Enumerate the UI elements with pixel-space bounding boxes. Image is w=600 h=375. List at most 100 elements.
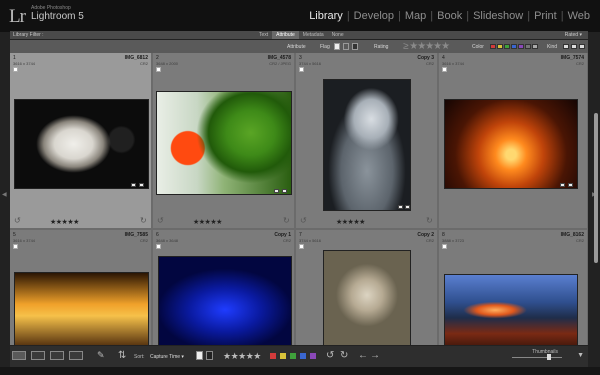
color-chip-blue[interactable] xyxy=(511,44,517,49)
library-filter-bar: Library Filter : Text Attribute Metadata… xyxy=(10,31,588,39)
filter-tab-text[interactable]: Text xyxy=(255,31,272,39)
grid-cell[interactable]: 5 3616 x 3744 IMG_7585 CR2 xyxy=(10,230,152,345)
module-slideshow[interactable]: Slideshow xyxy=(469,10,527,22)
grid-cell[interactable]: 6 3648 x 3648 Copy 1 CR2 xyxy=(153,230,295,345)
grid-scrollbar[interactable] xyxy=(594,113,598,263)
grid-cell[interactable]: 2 3648 x 2000 IMG_4578 CR2 / JPEG ★★★★★ … xyxy=(153,53,295,229)
flag-icon[interactable] xyxy=(299,244,304,249)
rotate-left-icon[interactable]: ↺ xyxy=(300,216,307,225)
flag-icon[interactable] xyxy=(156,244,161,249)
rotate-right-icon[interactable]: ↻ xyxy=(283,216,290,225)
filter-tab-none[interactable]: None xyxy=(328,31,348,39)
thumbnail-image[interactable] xyxy=(444,99,578,189)
kind-virtual-icon[interactable] xyxy=(571,44,577,49)
metadata-badge-icon[interactable] xyxy=(560,183,565,187)
previous-photo-icon[interactable]: ← xyxy=(358,350,368,361)
rotate-left-icon[interactable]: ↺ xyxy=(14,216,21,225)
filter-tab-metadata[interactable]: Metadata xyxy=(299,31,328,39)
develop-badge-icon[interactable] xyxy=(405,205,410,209)
color-chip-none[interactable] xyxy=(532,44,538,49)
metadata-badge-icon[interactable] xyxy=(398,205,403,209)
thumbnail-image[interactable] xyxy=(323,250,411,345)
color-chip-other[interactable] xyxy=(525,44,531,49)
grid-cell[interactable]: 1 3616 x 3744 IMG_6812 CR2 ★★★★★ ↺ ↻ xyxy=(10,53,152,229)
thumbnail-image[interactable] xyxy=(158,256,292,345)
develop-badge-icon[interactable] xyxy=(139,183,144,187)
toolbar-menu-chevron-icon[interactable]: ▼ xyxy=(577,352,584,359)
thumbnail-size-knob[interactable] xyxy=(547,354,551,360)
filter-tab-attribute[interactable]: Attribute xyxy=(272,31,299,39)
label-purple-icon[interactable] xyxy=(310,353,316,359)
thumbnail-image[interactable] xyxy=(14,272,149,345)
lightroom-window: Lr Adobe Photoshop Lightroom 5 Library |… xyxy=(0,0,600,375)
flag-unflagged-icon[interactable] xyxy=(343,43,349,50)
rotate-right-icon[interactable]: ↻ xyxy=(340,350,348,361)
kind-video-icon[interactable] xyxy=(579,44,585,49)
flag-icon[interactable] xyxy=(156,67,161,72)
flag-icon[interactable] xyxy=(442,244,447,249)
color-chip-red[interactable] xyxy=(490,44,496,49)
label-red-icon[interactable] xyxy=(270,353,276,359)
rotate-left-icon[interactable]: ↺ xyxy=(157,216,164,225)
thumbnail-image[interactable] xyxy=(156,91,292,195)
module-print[interactable]: Print xyxy=(530,10,561,22)
survey-view-icon[interactable] xyxy=(69,351,83,360)
thumbnail-image[interactable] xyxy=(14,99,149,189)
thumbnail-size-slider[interactable] xyxy=(512,357,562,358)
module-book[interactable]: Book xyxy=(433,10,466,22)
cell-dimensions: 3744 x 5616 xyxy=(299,238,322,243)
grid-cell[interactable]: 3 3744 x 5616 Copy 3 CR2 ★★★★★ ↺ ↻ xyxy=(296,53,438,229)
label-green-icon[interactable] xyxy=(290,353,296,359)
label-yellow-icon[interactable] xyxy=(280,353,286,359)
grid-cell[interactable]: 8 3888 x 3723 IMG_8162 CR2 xyxy=(439,230,588,345)
kind-master-icon[interactable] xyxy=(563,44,569,49)
cell-dimensions: 3888 x 3723 xyxy=(442,238,465,243)
grid-cell[interactable]: 4 3616 x 3744 IMG_7574 CR2 xyxy=(439,53,588,229)
filter-tabs: Text Attribute Metadata None xyxy=(255,31,348,39)
cell-filetype: CR2 xyxy=(425,61,434,66)
flag-icon[interactable] xyxy=(13,244,18,249)
module-map[interactable]: Map xyxy=(401,10,430,22)
flag-icon[interactable] xyxy=(442,67,447,72)
color-chip-yellow[interactable] xyxy=(497,44,503,49)
product-label: Lightroom 5 xyxy=(31,11,84,22)
module-library[interactable]: Library xyxy=(305,10,347,22)
color-chip-purple[interactable] xyxy=(518,44,524,49)
next-photo-icon[interactable]: → xyxy=(370,350,380,361)
develop-badge-icon[interactable] xyxy=(282,189,287,193)
label-blue-icon[interactable] xyxy=(300,353,306,359)
sort-dropdown[interactable]: Capture Time ▾ xyxy=(150,354,184,360)
rating-filter-stars[interactable]: ≥ ★★★★★ xyxy=(403,41,450,52)
flag-picked-icon[interactable] xyxy=(334,43,340,50)
module-develop[interactable]: Develop xyxy=(350,10,398,22)
cell-rating[interactable]: ★★★★★ xyxy=(193,218,222,226)
cell-dimensions: 3648 x 2000 xyxy=(156,61,179,66)
rotate-right-icon[interactable]: ↻ xyxy=(426,216,433,225)
filter-preset-dropdown[interactable]: Rated ▾ xyxy=(565,32,582,38)
left-panel-toggle-icon[interactable]: ◀ xyxy=(2,191,7,198)
loupe-view-icon[interactable] xyxy=(31,351,45,360)
metadata-badge-icon[interactable] xyxy=(274,189,279,193)
grid-cell[interactable]: 7 3744 x 5616 Copy 2 CR2 xyxy=(296,230,438,345)
flag-rejected-icon[interactable] xyxy=(352,43,358,50)
cell-rating[interactable]: ★★★★★ xyxy=(336,218,365,226)
develop-badge-icon[interactable] xyxy=(568,183,573,187)
cell-dimensions: 3616 x 3744 xyxy=(442,61,465,66)
metadata-badge-icon[interactable] xyxy=(131,183,136,187)
thumbnail-image[interactable] xyxy=(444,274,578,345)
sort-direction-icon[interactable]: ⇅ xyxy=(118,350,126,361)
color-chip-green[interactable] xyxy=(504,44,510,49)
rotate-left-icon[interactable]: ↺ xyxy=(326,350,334,361)
flag-icon[interactable] xyxy=(13,67,18,72)
rotate-right-icon[interactable]: ↻ xyxy=(140,216,147,225)
flag-pick-icon[interactable] xyxy=(196,351,203,360)
cell-rating[interactable]: ★★★★★ xyxy=(50,218,79,226)
flag-reject-icon[interactable] xyxy=(206,351,213,360)
module-web[interactable]: Web xyxy=(564,10,594,22)
grid-view-icon[interactable] xyxy=(12,351,26,360)
painter-icon[interactable]: ✎ xyxy=(97,350,105,361)
flag-icon[interactable] xyxy=(299,67,304,72)
compare-view-icon[interactable] xyxy=(50,351,64,360)
thumbnail-image[interactable] xyxy=(323,79,411,211)
toolbar-rating-stars[interactable]: ★★★★★ xyxy=(223,351,261,362)
